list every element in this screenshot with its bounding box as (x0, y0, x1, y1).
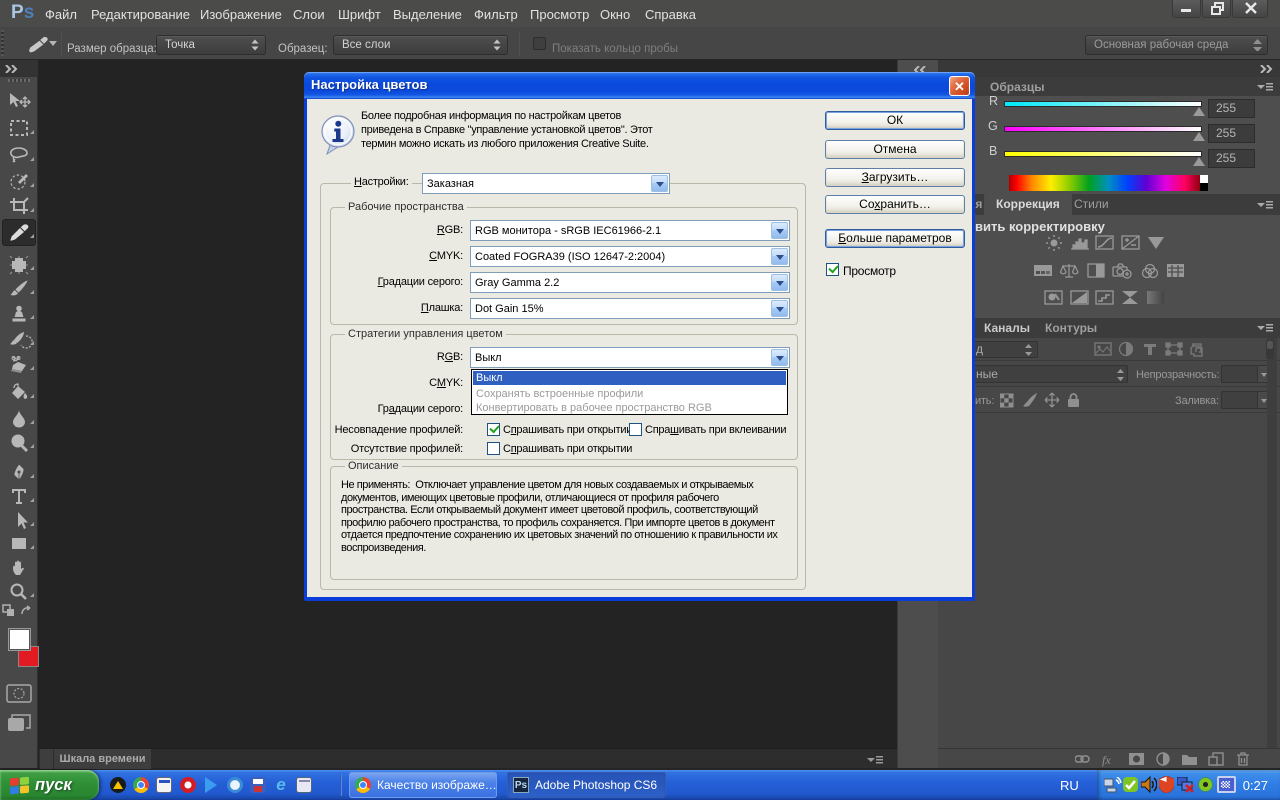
svg-text:fx: fx (1102, 753, 1111, 767)
